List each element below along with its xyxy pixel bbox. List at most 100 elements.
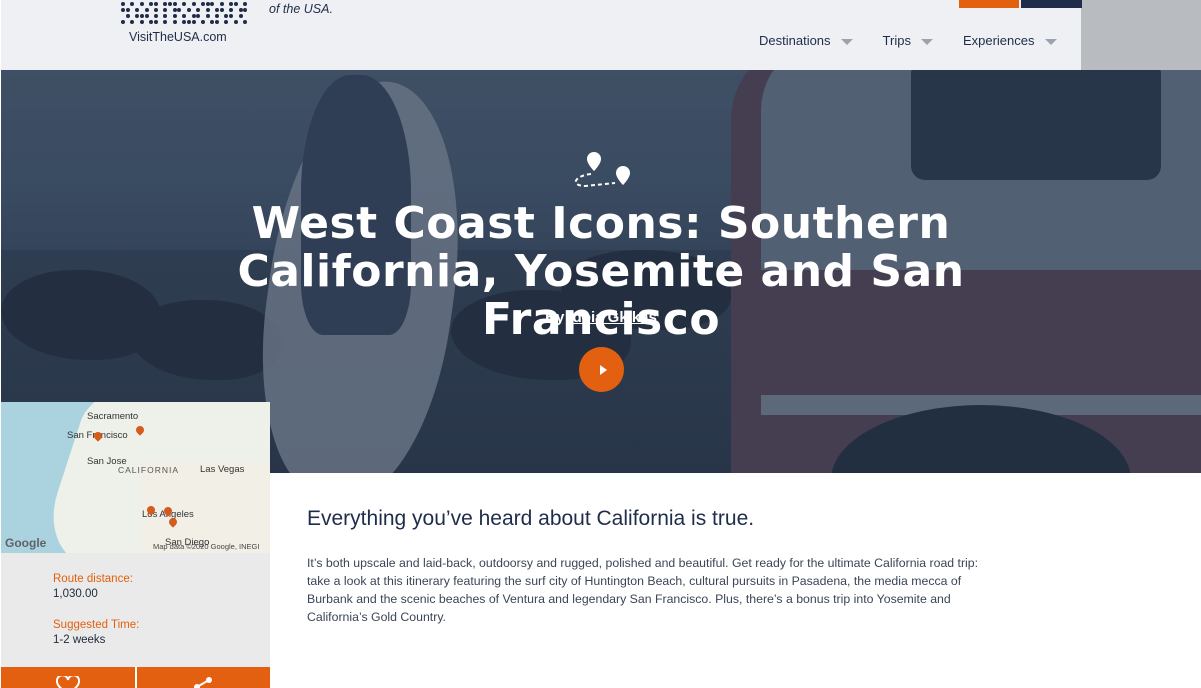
logo-dot <box>215 20 219 24</box>
logo-dot <box>215 14 219 18</box>
logo-dot <box>139 20 144 24</box>
logo-mark[interactable] <box>121 0 251 28</box>
logo-dot <box>153 20 158 24</box>
logo-dot <box>205 8 210 12</box>
logo-dot <box>168 2 172 6</box>
suggested-time-value: 1-2 weeks <box>53 634 106 646</box>
logo-dot <box>139 2 144 6</box>
logo-dot <box>215 8 219 12</box>
logo-dot <box>196 8 201 12</box>
site-header: VisitTheUSA.com of the USA. Destinations… <box>1 0 1082 70</box>
suggested-time-label: Suggested Time: <box>53 619 140 631</box>
map-label-sacramento: Sacramento <box>87 411 139 422</box>
logo-dot <box>130 2 135 6</box>
logo-dot <box>182 20 187 24</box>
logo-dot <box>229 14 234 18</box>
logo-dot <box>172 8 177 12</box>
logo-dot <box>135 8 140 12</box>
header-right-background <box>1081 0 1201 70</box>
logo-dot <box>121 2 125 6</box>
logo-dot <box>149 20 154 24</box>
logo-dot <box>233 20 238 24</box>
route-icon <box>575 152 630 188</box>
logo-dot <box>144 14 149 18</box>
route-distance-value: 1,030.00 <box>53 588 98 600</box>
logo-dot <box>200 20 205 24</box>
map-label-california: CALIFORNIA <box>118 465 180 475</box>
logo-dot <box>130 20 135 24</box>
logo-dot <box>219 8 224 12</box>
heart-icon <box>55 676 80 688</box>
route-map[interactable]: Sacramento San Francisco San Jose CALIFO… <box>1 402 270 553</box>
favorite-button[interactable] <box>1 667 135 688</box>
logo-dot <box>153 14 158 18</box>
logo-dot <box>139 14 144 18</box>
logo-dot <box>163 2 168 6</box>
logo-dot <box>182 14 187 18</box>
logo-dot <box>186 8 191 12</box>
logo-dot <box>182 2 187 6</box>
route-distance-label: Route distance: <box>53 573 133 585</box>
byline: By Idoia Gkikas <box>401 309 801 326</box>
google-logo: Google <box>5 536 47 550</box>
logo-dot <box>121 20 125 24</box>
nav-label: Experiences <box>962 33 1035 48</box>
logo-dot <box>224 14 229 18</box>
trip-info-panel: Route distance: 1,030.00 Suggested Time:… <box>1 553 270 667</box>
logo-dot <box>125 14 130 18</box>
logo-dot <box>135 14 140 18</box>
chevron-down-icon <box>1044 38 1057 45</box>
article-body: It’s both upscale and laid-back, outdoor… <box>307 556 979 624</box>
logo-dot <box>238 8 243 12</box>
logo-dot <box>163 20 168 24</box>
logo-dot <box>172 14 177 18</box>
logo-dot <box>186 20 191 24</box>
nav-label: Trips <box>882 33 911 48</box>
chevron-down-icon <box>840 38 853 45</box>
tagline: of the USA. <box>269 2 333 16</box>
logo-dot <box>243 20 248 24</box>
logo-dot <box>153 8 158 12</box>
article-heading: Everything you’ve heard about California… <box>307 507 755 530</box>
logo-dot <box>224 20 229 24</box>
main-nav: Destinations Trips Experiences <box>759 33 1087 48</box>
logo-dot <box>219 2 224 6</box>
logo-dot <box>191 2 196 6</box>
play-icon <box>599 364 607 375</box>
logo-dot <box>163 14 168 18</box>
author-link[interactable]: Idoia Gkikas <box>568 309 656 326</box>
nav-destinations[interactable]: Destinations <box>759 33 853 48</box>
logo-dot <box>172 2 177 6</box>
logo-dot <box>191 14 196 18</box>
logo-dot <box>125 8 130 12</box>
logo-dot <box>144 8 149 12</box>
logo-dot <box>172 20 177 24</box>
logo-dot <box>210 2 215 6</box>
header-accent-tab[interactable] <box>959 0 1019 8</box>
logo-dot <box>153 2 158 6</box>
share-icon <box>194 677 213 688</box>
map-attribution[interactable]: Map data ©2020 Google, INEGI <box>153 542 259 551</box>
logo-dot <box>238 14 243 18</box>
logo-dot <box>205 14 210 18</box>
logo-dot <box>229 2 234 6</box>
byline-prefix: By <box>545 309 565 326</box>
logo-dot <box>243 2 248 6</box>
nav-experiences[interactable]: Experiences <box>963 33 1057 48</box>
trip-actions <box>1 667 270 688</box>
logo-dot <box>243 8 248 12</box>
logo-dot <box>121 8 125 12</box>
logo-dot <box>205 2 210 6</box>
share-button[interactable] <box>136 667 270 688</box>
logo-dot <box>196 14 201 18</box>
logo-dot <box>233 2 238 6</box>
header-nav-tab[interactable] <box>1021 0 1082 8</box>
logo-dot <box>163 8 168 12</box>
logo-dot <box>229 8 234 12</box>
chevron-down-icon <box>920 38 933 45</box>
nav-trips[interactable]: Trips <box>883 33 933 48</box>
logo-dot <box>177 8 182 12</box>
logo-text[interactable]: VisitTheUSA.com <box>129 30 227 44</box>
logo-dot <box>200 2 205 6</box>
play-video-button[interactable] <box>579 347 624 392</box>
